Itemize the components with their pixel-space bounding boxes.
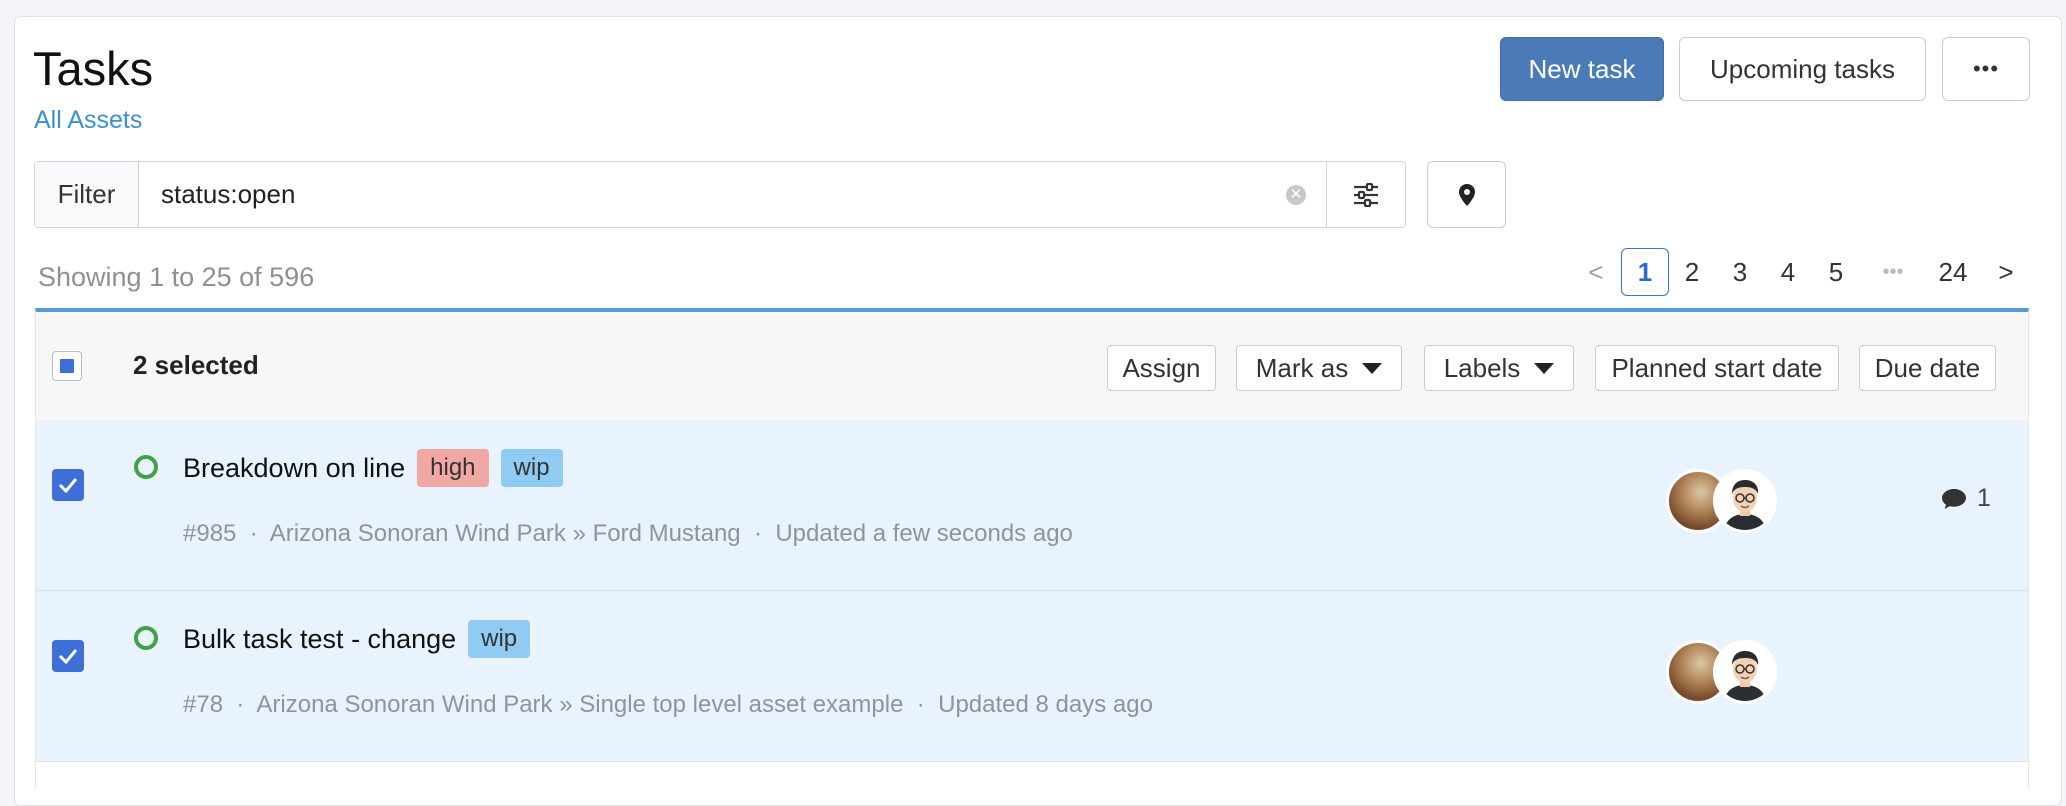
- clear-filter-button[interactable]: ✕: [1266, 162, 1326, 227]
- meta-separator: ·: [236, 691, 245, 718]
- tag-high: high: [417, 449, 489, 487]
- task-id: #985: [183, 520, 237, 547]
- task-location: Arizona Sonoran Wind Park » Ford Mustang: [269, 520, 741, 547]
- avatar: [1713, 469, 1777, 533]
- chevron-down-icon: [1534, 362, 1555, 374]
- filter-label: Filter: [35, 162, 139, 227]
- avatar-illustration: [1724, 480, 1766, 530]
- page-1-button[interactable]: 1: [1621, 248, 1669, 296]
- assign-button[interactable]: Assign: [1107, 345, 1216, 391]
- task-meta: #985 · Arizona Sonoran Wind Park » Ford …: [183, 520, 1073, 548]
- meta-separator: ·: [916, 691, 925, 718]
- task-row[interactable]: Bulk task test - change wip #78 · Arizon…: [36, 591, 2028, 762]
- upcoming-tasks-button[interactable]: Upcoming tasks: [1679, 37, 1926, 101]
- task-title[interactable]: Bulk task test - change: [183, 624, 456, 655]
- meta-separator: ·: [249, 520, 258, 547]
- page-5-button[interactable]: 5: [1816, 248, 1856, 296]
- planned-start-date-button[interactable]: Planned start date: [1595, 345, 1839, 391]
- filter-input[interactable]: [139, 162, 1266, 227]
- planned-start-date-label: Planned start date: [1611, 352, 1823, 383]
- assign-label: Assign: [1122, 352, 1201, 383]
- sliders-icon: [1354, 182, 1378, 207]
- task-title-row: Breakdown on line high wip: [183, 449, 563, 487]
- labels-dropdown[interactable]: Labels: [1424, 345, 1574, 391]
- due-date-label: Due date: [1874, 352, 1981, 383]
- map-pin-icon: [1458, 183, 1475, 206]
- comments-count[interactable]: 1: [1941, 484, 1991, 513]
- pagination-ellipsis: •••: [1882, 260, 1904, 283]
- checkmark-icon: [58, 649, 78, 664]
- task-row[interactable]: Breakdown on line high wip #985 · Arizon…: [36, 420, 2028, 591]
- location-filter-button[interactable]: [1427, 161, 1506, 228]
- results-count: Showing 1 to 25 of 596: [38, 262, 315, 292]
- next-page-button[interactable]: >: [1986, 248, 2026, 296]
- task-location: Arizona Sonoran Wind Park » Single top l…: [256, 691, 904, 718]
- more-actions-button[interactable]: •••: [1942, 37, 2030, 101]
- due-date-button[interactable]: Due date: [1859, 345, 1996, 391]
- task-updated: Updated a few seconds ago: [775, 520, 1073, 547]
- task-meta: #78 · Arizona Sonoran Wind Park » Single…: [183, 691, 1153, 719]
- page-title: Tasks: [33, 42, 154, 95]
- avatar: [1713, 640, 1777, 704]
- page-2-button[interactable]: 2: [1672, 248, 1712, 296]
- filter-bar: Filter ✕: [34, 161, 1406, 228]
- meta-separator: ·: [754, 520, 762, 547]
- avatar-illustration: [1724, 651, 1766, 701]
- task-checkbox[interactable]: [52, 640, 84, 672]
- clear-icon: ✕: [1286, 184, 1306, 205]
- checkmark-icon: [58, 478, 78, 493]
- labels-label: Labels: [1443, 352, 1521, 383]
- tag-wip: wip: [500, 449, 563, 487]
- mark-as-label: Mark as: [1255, 352, 1349, 383]
- open-circle-icon: [134, 626, 158, 650]
- selected-count: 2 selected: [133, 350, 259, 380]
- page-4-button[interactable]: 4: [1768, 248, 1808, 296]
- new-task-button[interactable]: New task: [1500, 37, 1664, 101]
- prev-page-button[interactable]: <: [1576, 248, 1616, 296]
- mark-as-dropdown[interactable]: Mark as: [1236, 345, 1402, 391]
- chevron-down-icon: [1362, 362, 1383, 374]
- task-checkbox[interactable]: [52, 469, 84, 501]
- task-title[interactable]: Breakdown on line: [183, 453, 405, 484]
- task-title-row: Bulk task test - change wip: [183, 620, 531, 658]
- breadcrumb-all-assets[interactable]: All Assets: [34, 106, 142, 135]
- filter-settings-button[interactable]: [1326, 162, 1405, 227]
- page-24-button[interactable]: 24: [1929, 248, 1977, 296]
- open-circle-icon: [134, 455, 158, 479]
- task-list: 2 selected Assign Mark as Labels Planned…: [35, 308, 2029, 788]
- task-updated: Updated 8 days ago: [938, 691, 1153, 718]
- comments-number: 1: [1977, 484, 1991, 512]
- select-all-checkbox[interactable]: [52, 351, 82, 381]
- page-3-button[interactable]: 3: [1720, 248, 1760, 296]
- tag-wip: wip: [468, 620, 531, 658]
- comment-icon: [1942, 488, 1966, 509]
- task-id: #78: [183, 691, 224, 718]
- bulk-action-bar: 2 selected Assign Mark as Labels Planned…: [36, 312, 2028, 421]
